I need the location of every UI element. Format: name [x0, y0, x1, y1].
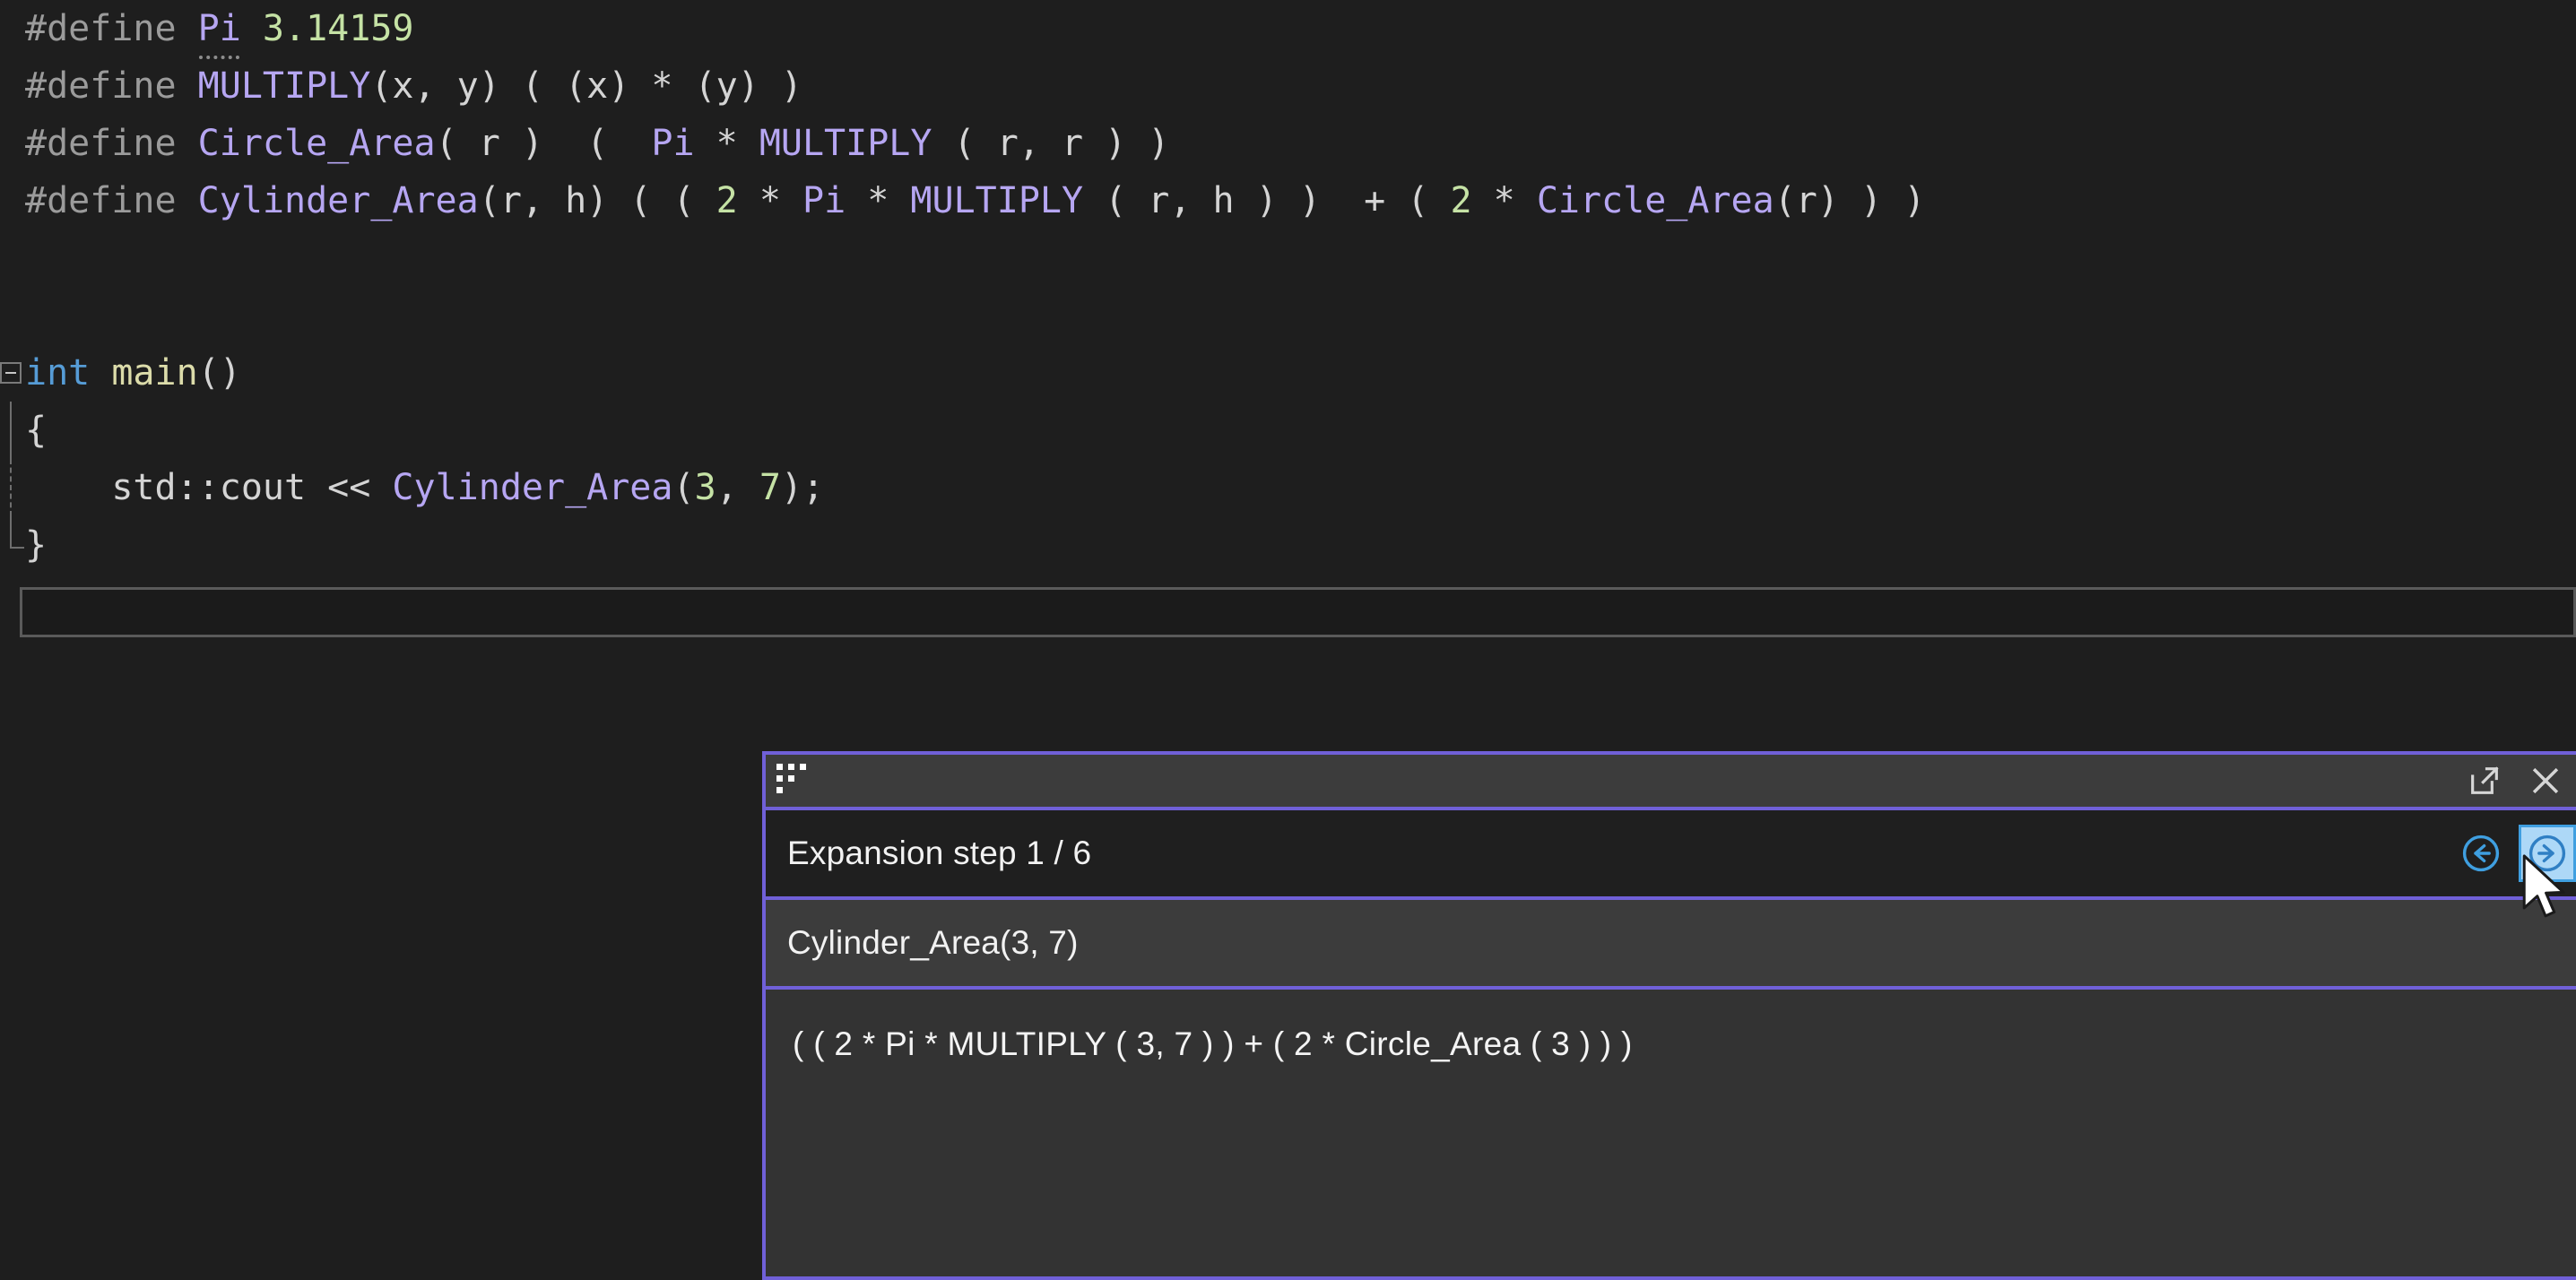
next-step-button[interactable]	[2519, 825, 2576, 882]
code-token: #define	[25, 123, 198, 164]
macro-expansion-panel[interactable]: Expansion step 1 / 6 Cylinder_Area(3, 7)	[762, 751, 2576, 1280]
code-line-main-signature[interactable]: int main()	[0, 344, 2576, 402]
code-token: 2	[716, 180, 738, 221]
code-token: Pi	[651, 123, 695, 164]
code-token: *	[1471, 180, 1537, 221]
code-token: Circle_Area	[1536, 180, 1774, 221]
code-token: ()	[197, 352, 241, 394]
expansion-nav-buttons	[2455, 825, 2576, 882]
code-token: #define	[25, 180, 198, 221]
code-token: MULTIPLY	[910, 180, 1084, 221]
titlebar-buttons	[2464, 755, 2566, 807]
code-line-define-cylinder-area[interactable]: #define Cylinder_Area(r, h) ( ( 2 * Pi *…	[0, 172, 2576, 229]
code-token: *	[694, 123, 759, 164]
fold-guide-line	[10, 402, 12, 459]
expansion-step-row: Expansion step 1 / 6	[766, 810, 2576, 900]
previous-step-button[interactable]	[2455, 827, 2507, 879]
code-token: 2	[1450, 180, 1472, 221]
code-token: (x, y) ( (x) * (y) )	[370, 65, 802, 107]
code-token: {	[25, 410, 48, 451]
macro-expansion-body: ( ( 2 * Pi * MULTIPLY ( 3, 7 ) ) + ( 2 *…	[766, 990, 2576, 1276]
open-in-new-window-icon[interactable]	[2464, 760, 2505, 801]
code-token: 7	[759, 467, 781, 508]
code-token: MULTIPLY	[759, 123, 932, 164]
drag-grip-icon[interactable]	[776, 764, 807, 794]
code-token: (r) ) )	[1774, 180, 1926, 221]
macro-expansion-text: ( ( 2 * Pi * MULTIPLY ( 3, 7 ) ) + ( 2 *…	[793, 1025, 1633, 1062]
code-token: 3	[694, 467, 716, 508]
code-token: #define	[25, 8, 198, 49]
code-token: );	[780, 467, 825, 508]
code-line-define-pi[interactable]: #define Pi 3.14159	[0, 0, 2576, 57]
code-token: Pi	[197, 8, 241, 49]
fold-toggle-icon[interactable]	[0, 362, 22, 384]
inline-action-strip[interactable]	[20, 587, 2576, 637]
code-token: Pi	[802, 180, 846, 221]
code-token: Cylinder_Area	[392, 467, 673, 508]
code-token: ( r, r ) )	[932, 123, 1170, 164]
code-token: (r, h) ( (	[478, 180, 716, 221]
code-token: *	[846, 180, 911, 221]
panel-titlebar[interactable]	[766, 755, 2576, 810]
code-token: ( r ) (	[435, 123, 652, 164]
code-token: *	[737, 180, 802, 221]
code-token: ,	[716, 467, 759, 508]
code-token: std::cout	[111, 467, 307, 508]
code-text-area[interactable]: #define Pi 3.14159 #define MULTIPLY(x, y)…	[0, 0, 2576, 574]
expansion-step-label: Expansion step 1 / 6	[787, 835, 1092, 871]
code-token: #define	[25, 65, 198, 107]
code-line-cout-statement[interactable]: std::cout << Cylinder_Area(3, 7);	[0, 459, 2576, 516]
macro-invocation-label: Cylinder_Area(3, 7)	[787, 924, 1079, 961]
fold-guide-end	[10, 516, 24, 549]
code-line-blank-1[interactable]	[0, 229, 2576, 287]
code-token: <<	[306, 467, 393, 508]
code-token: 3.14159	[262, 8, 414, 49]
code-token: Cylinder_Area	[197, 180, 479, 221]
code-token: int	[25, 352, 91, 394]
code-line-close-brace[interactable]: }	[0, 516, 2576, 574]
code-line-define-circle-area[interactable]: #define Circle_Area( r ) ( Pi * MULTIPLY…	[0, 115, 2576, 172]
code-token: ( r, h ) ) + (	[1083, 180, 1451, 221]
code-line-open-brace[interactable]: {	[0, 402, 2576, 459]
macro-invocation-row: Cylinder_Area(3, 7)	[766, 900, 2576, 990]
code-token: (	[672, 467, 695, 508]
close-icon[interactable]	[2525, 760, 2566, 801]
code-token: main	[111, 352, 198, 394]
code-token: MULTIPLY	[197, 65, 371, 107]
code-line-blank-2[interactable]	[0, 287, 2576, 344]
fold-guide-dashed	[10, 459, 12, 516]
code-token: Circle_Area	[197, 123, 436, 164]
code-token: }	[25, 524, 48, 566]
code-line-define-multiply[interactable]: #define MULTIPLY(x, y) ( (x) * (y) )	[0, 57, 2576, 115]
